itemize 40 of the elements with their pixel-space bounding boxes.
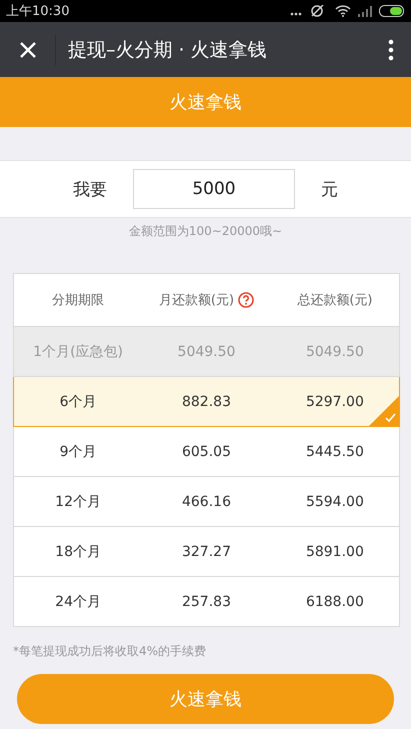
help-icon[interactable] bbox=[238, 292, 254, 308]
amount-input[interactable]: 5000 bbox=[133, 169, 295, 209]
total-cell: 5594.00 bbox=[306, 494, 364, 510]
unit-label: 元 bbox=[321, 178, 338, 200]
amount-hint: 金额范围为100~20000哦~ bbox=[128, 223, 284, 240]
close-icon[interactable] bbox=[18, 40, 36, 58]
monthly-cell: 882.83 bbox=[182, 394, 231, 410]
page-title: 提现–火分期 · 火速拿钱 bbox=[67, 38, 268, 62]
header-bar: 火速拿钱 bbox=[0, 77, 411, 127]
term-cell: 18个月 bbox=[55, 544, 101, 560]
monthly-cell: 605.05 bbox=[182, 444, 231, 460]
total-cell: 6188.00 bbox=[306, 594, 364, 610]
cell-signal-icon bbox=[357, 5, 373, 17]
fee-note: *每笔提现成功后将收取4%的手续费 bbox=[13, 643, 208, 660]
installment-row[interactable]: 24个月 257.83 6188.00 bbox=[14, 576, 400, 626]
installment-row[interactable]: 18个月 327.27 5891.00 bbox=[14, 526, 400, 576]
monthly-cell: 466.16 bbox=[182, 494, 231, 510]
installment-row[interactable]: 12个月 466.16 5594.00 bbox=[14, 476, 400, 526]
wifi-icon bbox=[335, 5, 351, 17]
term-cell: 6个月 bbox=[60, 394, 97, 410]
total-cell: 5297.00 bbox=[306, 394, 364, 410]
battery-icon bbox=[379, 5, 405, 17]
total-cell: 5049.50 bbox=[306, 344, 364, 360]
status-time: 上午10:30 bbox=[6, 3, 70, 20]
monthly-cell: 257.83 bbox=[182, 594, 231, 610]
total-cell: 5445.50 bbox=[306, 444, 364, 460]
term-cell: 1个月(应急包) bbox=[33, 344, 123, 360]
monthly-cell: 5049.50 bbox=[178, 344, 236, 360]
total-cell: 5891.00 bbox=[306, 544, 364, 560]
amount-label: 我要 bbox=[73, 178, 107, 200]
installment-row[interactable]: 6个月 882.83 5297.00 bbox=[14, 376, 400, 426]
installment-row[interactable]: 9个月 605.05 5445.50 bbox=[14, 426, 400, 476]
column-header: 月还款额(元) bbox=[158, 293, 234, 308]
column-header: 总还款额(元) bbox=[297, 293, 372, 308]
term-cell: 24个月 bbox=[55, 594, 101, 610]
more-icon[interactable] bbox=[388, 38, 394, 60]
monthly-cell: 327.27 bbox=[182, 544, 231, 560]
term-cell: 12个月 bbox=[55, 494, 101, 510]
column-header: 分期期限 bbox=[52, 293, 104, 308]
term-cell: 9个月 bbox=[60, 444, 97, 460]
